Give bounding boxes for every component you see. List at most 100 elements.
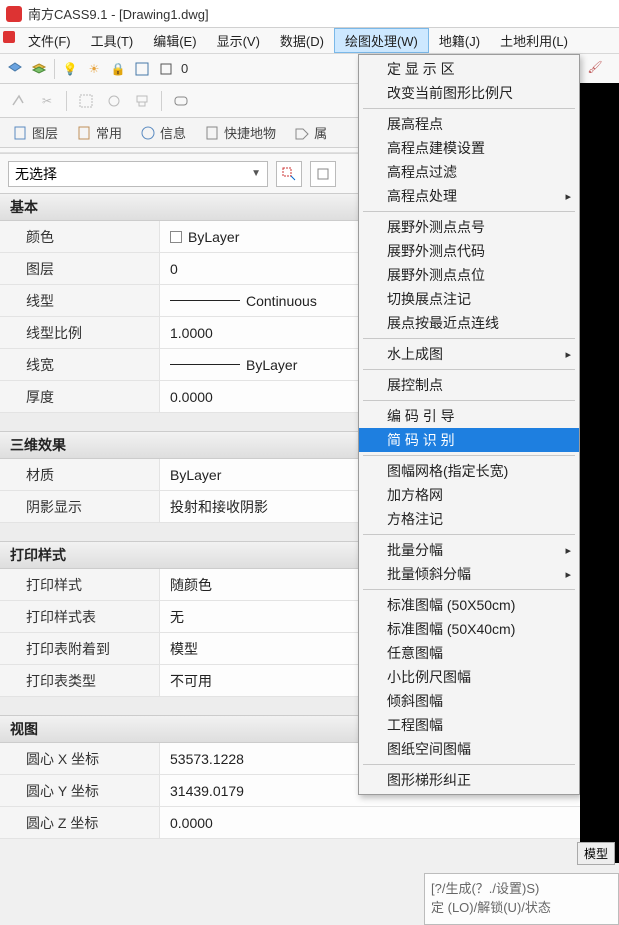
- menu-separator: [363, 589, 575, 590]
- menu-separator: [363, 108, 575, 109]
- menu-item[interactable]: 标准图幅 (50X40cm): [359, 617, 579, 641]
- menu-view[interactable]: 显示(V): [207, 28, 270, 53]
- menu-item[interactable]: 展野外测点点号: [359, 215, 579, 239]
- lock-icon[interactable]: 🔒: [109, 60, 127, 78]
- info-tab-icon: [140, 125, 156, 141]
- layer-field[interactable]: 0: [181, 61, 188, 76]
- menu-item[interactable]: 加方格网: [359, 483, 579, 507]
- menu-item[interactable]: 水上成图: [359, 342, 579, 366]
- cut-icon[interactable]: ✂: [38, 92, 56, 110]
- dotted-box-icon[interactable]: [77, 92, 95, 110]
- prop-value-text: 31439.0179: [170, 783, 244, 799]
- menu-item[interactable]: 批量分幅: [359, 538, 579, 562]
- menu-separator: [363, 369, 575, 370]
- prop-label: 阴影显示: [0, 491, 160, 522]
- menu-item[interactable]: 展野外测点点位: [359, 263, 579, 287]
- menu-file[interactable]: 文件(F): [18, 28, 81, 53]
- line-sample-icon: [170, 364, 240, 365]
- tab-common[interactable]: 常用: [68, 119, 130, 146]
- layers-stack-icon[interactable]: [30, 60, 48, 78]
- menu-item[interactable]: 展野外测点代码: [359, 239, 579, 263]
- common-tab-icon: [76, 125, 92, 141]
- menu-item[interactable]: 小比例尺图幅: [359, 665, 579, 689]
- menu-item[interactable]: 批量倾斜分幅: [359, 562, 579, 586]
- menu-item[interactable]: 倾斜图幅: [359, 689, 579, 713]
- menu-separator: [363, 211, 575, 212]
- prop-label: 线型比例: [0, 317, 160, 348]
- bulb-on-icon[interactable]: 💡: [61, 60, 79, 78]
- quick-select-button[interactable]: [276, 161, 302, 187]
- cmd-line1: [?/生成(？./设置)S): [431, 878, 612, 897]
- sun-icon[interactable]: ☀: [85, 60, 103, 78]
- circle-icon[interactable]: [105, 92, 123, 110]
- tab-attr[interactable]: 属: [286, 119, 335, 146]
- tab-attr-label: 属: [314, 123, 327, 142]
- menu-item[interactable]: 方格注记: [359, 507, 579, 531]
- prop-value-text: 0: [170, 261, 178, 277]
- menu-item[interactable]: 展高程点: [359, 112, 579, 136]
- prop-value-text: 53573.1228: [170, 751, 244, 767]
- menu-separator: [363, 534, 575, 535]
- menu-item[interactable]: 展点按最近点连线: [359, 311, 579, 335]
- quick-tab-icon: [204, 125, 220, 141]
- app-menu-icon[interactable]: [0, 28, 18, 46]
- toolbar-right: 🖌: [586, 56, 614, 78]
- menu-tools[interactable]: 工具(T): [81, 28, 144, 53]
- menu-item[interactable]: 图纸空间图幅: [359, 737, 579, 761]
- toolbar-sep: [161, 91, 162, 111]
- menu-item[interactable]: 图形梯形纠正: [359, 768, 579, 792]
- menu-item[interactable]: 任意图幅: [359, 641, 579, 665]
- drawing-canvas[interactable]: [580, 83, 619, 863]
- menu-cadastre[interactable]: 地籍(J): [429, 28, 490, 53]
- prop-value-text: ByLayer: [246, 357, 297, 373]
- menu-item[interactable]: 高程点建模设置: [359, 136, 579, 160]
- menu-item[interactable]: 高程点处理: [359, 184, 579, 208]
- menu-item[interactable]: 展控制点: [359, 373, 579, 397]
- selection-value: 无选择: [15, 164, 57, 184]
- tab-layers[interactable]: 图层: [4, 119, 66, 146]
- cmd-line2: 定 (LO)/解锁(U)/状态: [431, 897, 612, 916]
- menu-item[interactable]: 图幅网格(指定长宽): [359, 459, 579, 483]
- menu-draw-process[interactable]: 绘图处理(W): [334, 28, 429, 53]
- menu-item[interactable]: 简 码 识 别: [359, 428, 579, 452]
- menu-draw-process-label: 绘图处理(W): [345, 31, 418, 50]
- prop-label: 圆心 Y 坐标: [0, 775, 160, 806]
- tab-model[interactable]: 模型: [577, 842, 615, 865]
- menu-landuse[interactable]: 土地利用(L): [490, 28, 578, 53]
- menu-item[interactable]: 工程图幅: [359, 713, 579, 737]
- menu-item[interactable]: 编 码 引 导: [359, 404, 579, 428]
- menu-data[interactable]: 数据(D): [270, 28, 334, 53]
- tool-a-icon[interactable]: [10, 92, 28, 110]
- pick-button[interactable]: [310, 161, 336, 187]
- color-swatch-icon: [170, 231, 182, 243]
- prop-value[interactable]: 0.0000: [160, 807, 619, 838]
- pan-icon[interactable]: [133, 92, 151, 110]
- menu-item[interactable]: 定 显 示 区: [359, 57, 579, 81]
- selection-dropdown[interactable]: 无选择 ▼: [8, 161, 268, 187]
- tab-info[interactable]: 信息: [132, 119, 194, 146]
- prop-value-text: 随颜色: [170, 575, 212, 595]
- prop-label: 线型: [0, 285, 160, 316]
- menu-item[interactable]: 切换展点注记: [359, 287, 579, 311]
- prop-label: 厚度: [0, 381, 160, 412]
- menu-edit[interactable]: 编辑(E): [143, 28, 206, 53]
- menu-item[interactable]: 标准图幅 (50X50cm): [359, 593, 579, 617]
- menu-separator: [363, 455, 575, 456]
- prop-label: 线宽: [0, 349, 160, 380]
- command-line[interactable]: [?/生成(？./设置)S) 定 (LO)/解锁(U)/状态: [424, 873, 619, 925]
- prop-value-text: ByLayer: [188, 229, 239, 245]
- tab-quick[interactable]: 快捷地物: [196, 119, 284, 146]
- layers-icon[interactable]: [6, 60, 24, 78]
- menu-item[interactable]: 改变当前图形比例尺: [359, 81, 579, 105]
- layers-tab-icon: [12, 125, 28, 141]
- prop-label: 圆心 X 坐标: [0, 743, 160, 774]
- round-rect-icon[interactable]: [172, 92, 190, 110]
- prop-value-text: 模型: [170, 639, 198, 659]
- brush-icon[interactable]: 🖌: [586, 58, 604, 76]
- prop-row-centerz[interactable]: 圆心 Z 坐标 0.0000: [0, 807, 619, 839]
- square-icon[interactable]: [157, 60, 175, 78]
- layer-box-icon[interactable]: [133, 60, 151, 78]
- menu-item[interactable]: 高程点过滤: [359, 160, 579, 184]
- prop-label: 颜色: [0, 221, 160, 252]
- prop-label: 打印样式表: [0, 601, 160, 632]
